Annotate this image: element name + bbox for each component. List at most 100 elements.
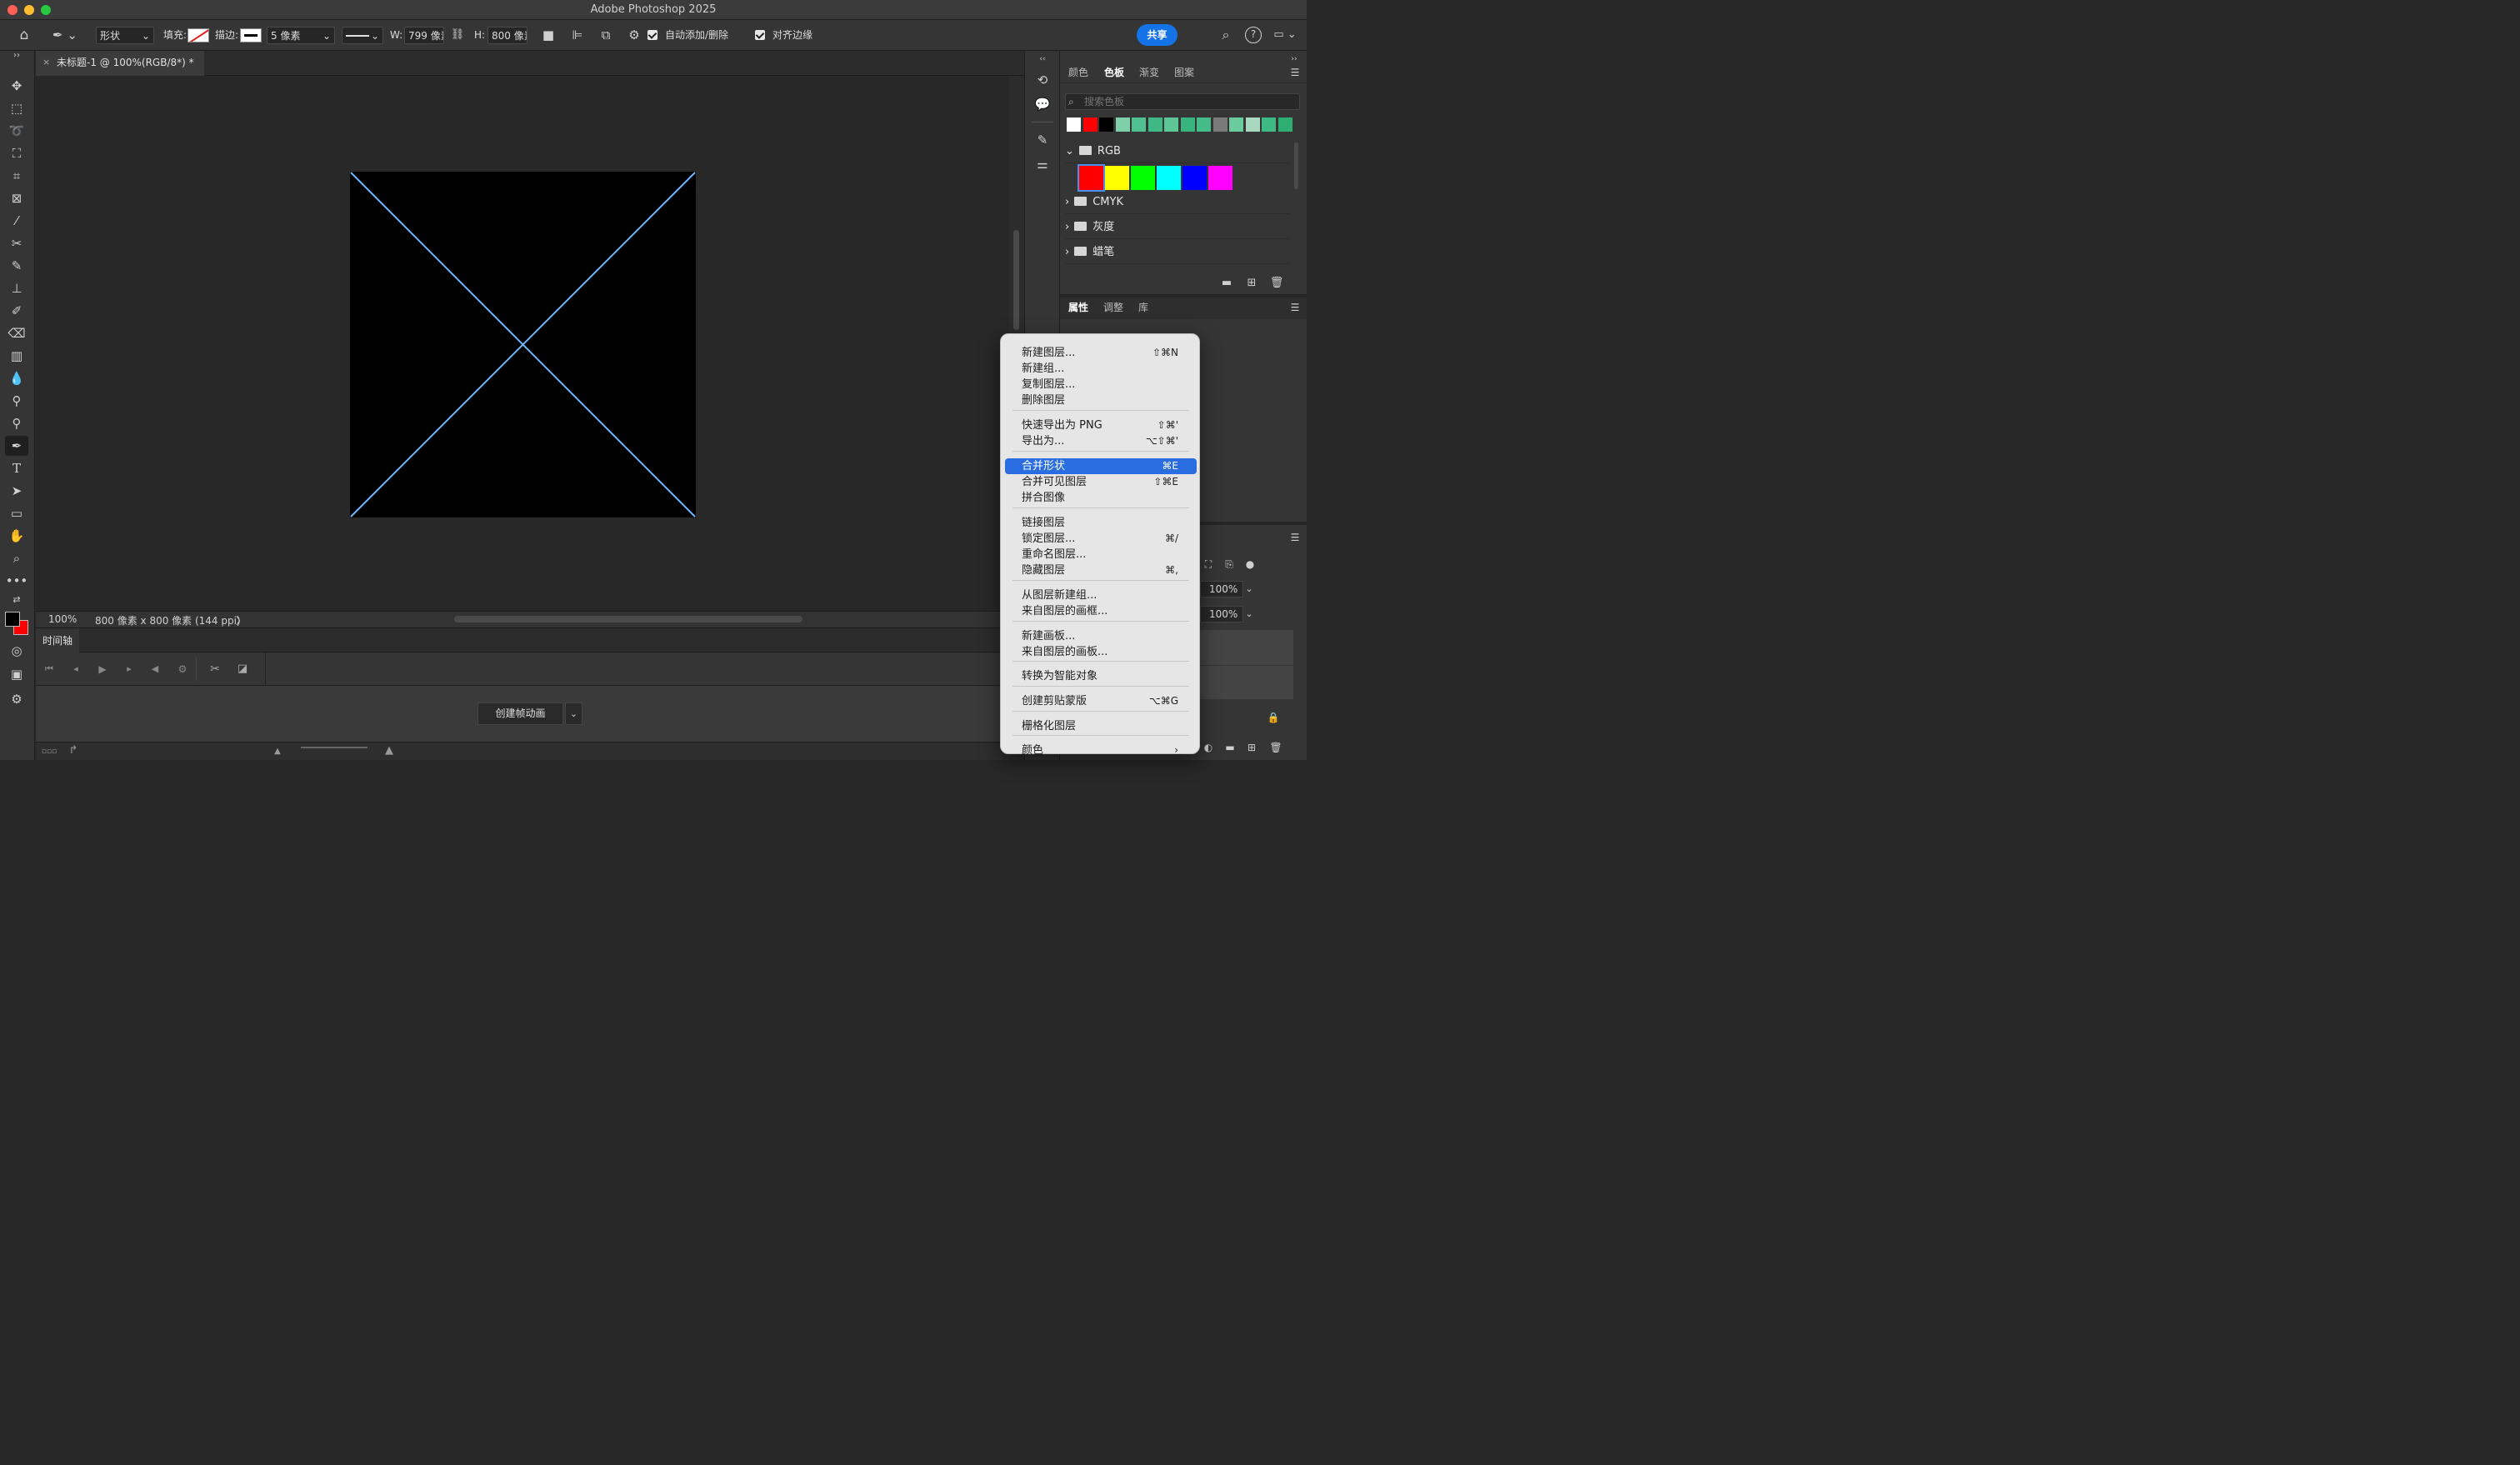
eyedropper-tool-icon[interactable]: ⁄ xyxy=(5,211,28,231)
history-brush-tool-icon[interactable]: ✐ xyxy=(5,301,28,321)
next-frame-icon[interactable]: ▸ xyxy=(122,661,136,678)
new-group-icon[interactable]: ▬ xyxy=(1223,739,1237,756)
lock-position-icon[interactable]: ⎘ xyxy=(1222,556,1236,572)
swatch-group-pastel[interactable]: › 蜡笔 xyxy=(1065,241,1290,264)
rgb-swatch[interactable] xyxy=(1182,166,1207,190)
stroke-type-select[interactable]: ⌄ xyxy=(342,27,383,44)
menu-item[interactable]: 栅格化图层 xyxy=(1005,718,1197,734)
tab-libraries[interactable]: 库 xyxy=(1138,298,1148,318)
pen-tool-preset-icon[interactable]: ✒ ⌄ xyxy=(50,27,80,43)
scissors-icon[interactable]: ✂ xyxy=(208,661,222,678)
menu-item[interactable]: 创建剪贴蒙版 ⌥⌘G xyxy=(1005,693,1197,709)
tab-color[interactable]: 颜色 xyxy=(1068,62,1088,82)
new-group-icon[interactable]: ▬ xyxy=(1219,275,1234,292)
panel-menu-icon[interactable]: ☰ xyxy=(1288,64,1302,81)
rgb-swatch[interactable] xyxy=(1078,164,1105,192)
crop-tool-icon[interactable]: ⌗ xyxy=(5,166,28,186)
recent-swatch[interactable] xyxy=(1197,118,1211,132)
scroll-thumb[interactable] xyxy=(1294,142,1298,189)
recent-swatch[interactable] xyxy=(1180,118,1195,132)
comments-icon[interactable]: 💬 xyxy=(1033,96,1052,112)
canvas-area[interactable] xyxy=(36,76,1009,611)
play-icon[interactable]: ▶ xyxy=(96,661,109,678)
rgb-swatch[interactable] xyxy=(1208,166,1232,190)
tab-patterns[interactable]: 图案 xyxy=(1174,62,1194,82)
menu-item[interactable]: 新建组... xyxy=(1005,361,1197,377)
edit-toolbar-icon[interactable]: ⚙ xyxy=(5,689,28,709)
menu-item[interactable]: 来自图层的画框... xyxy=(1005,603,1197,619)
frame-tool-icon[interactable]: ⊠ xyxy=(5,188,28,208)
first-frame-icon[interactable]: ⏮ xyxy=(42,661,56,678)
swatch-search-input[interactable] xyxy=(1082,95,1295,108)
foreground-color-swatch[interactable] xyxy=(5,612,20,627)
clone-stamp-tool-icon[interactable]: ⊥ xyxy=(5,278,28,298)
previous-frame-icon[interactable]: ◂ xyxy=(69,661,82,678)
path-selection-tool-icon[interactable]: ➤ xyxy=(5,481,28,501)
menu-item[interactable]: 删除图层 xyxy=(1005,392,1197,408)
width-input[interactable]: 799 像素 xyxy=(404,27,444,44)
lock-artboard-icon[interactable]: ⛶ xyxy=(1202,556,1215,572)
swap-colors-icon[interactable]: ⇄ xyxy=(5,592,28,608)
menu-item[interactable]: 转换为智能对象 xyxy=(1005,668,1197,684)
trash-icon[interactable]: 🗑 xyxy=(1269,275,1284,292)
menu-item[interactable]: 合并可见图层 ⇧⌘E xyxy=(1005,474,1197,490)
tab-properties[interactable]: 属性 xyxy=(1068,298,1088,318)
history-icon[interactable]: ⟲ xyxy=(1033,72,1052,88)
fill-swatch[interactable] xyxy=(188,28,209,42)
menu-item[interactable]: 来自图层的画板... xyxy=(1005,644,1197,660)
collapse-panels-icon[interactable]: ‹‹ xyxy=(1035,51,1050,68)
brush-settings-icon[interactable]: ✎ xyxy=(1033,132,1052,148)
document-tab[interactable]: × 未标题-1 @ 100%(RGB/8*) * xyxy=(36,51,204,76)
swatch-group-rgb[interactable]: ⌄ RGB xyxy=(1065,140,1290,163)
document-canvas[interactable] xyxy=(350,172,696,518)
menu-item[interactable]: 快速导出为 PNG ⇧⌘' xyxy=(1005,418,1197,433)
search-icon[interactable]: ⌕ xyxy=(1218,27,1234,43)
tool-mode-select[interactable]: 形状 ⌄ xyxy=(96,27,154,44)
path-arrangement-icon[interactable]: ⧉ xyxy=(597,27,615,43)
adjust-icon[interactable]: ⚌ xyxy=(1033,156,1052,172)
recent-swatch[interactable] xyxy=(1115,118,1130,132)
zoom-tool-icon[interactable]: ⌕ xyxy=(5,548,28,568)
burn-tool-icon[interactable]: ⚲ xyxy=(5,413,28,433)
recent-swatch[interactable] xyxy=(1067,118,1081,132)
object-selection-tool-icon[interactable]: ⛶ xyxy=(5,143,28,163)
align-edges-checkbox[interactable] xyxy=(755,30,765,40)
adjustment-layer-icon[interactable]: ◐ xyxy=(1202,739,1215,756)
workspace-icon[interactable]: ▭ ⌄ xyxy=(1272,27,1298,43)
create-frame-animation-button[interactable]: 创建帧动画 xyxy=(478,702,563,725)
stroke-width-select[interactable]: 5 像素 ⌄ xyxy=(267,27,335,44)
recent-swatch[interactable] xyxy=(1212,118,1228,132)
share-button[interactable]: 共享 xyxy=(1137,24,1178,46)
recent-swatch[interactable] xyxy=(1262,118,1276,132)
opacity-input[interactable]: 100% xyxy=(1200,581,1243,598)
chevron-down-icon[interactable]: ⌄ xyxy=(1243,581,1255,598)
height-input[interactable]: 800 像素 xyxy=(488,27,528,44)
type-tool-icon[interactable]: T xyxy=(5,458,28,478)
dodge-tool-icon[interactable]: ⚲ xyxy=(5,391,28,411)
quick-mask-icon[interactable]: ◎ xyxy=(5,641,28,661)
gear-icon[interactable]: ⚙ xyxy=(626,27,642,43)
zoom-in-icon[interactable]: ▲ xyxy=(381,742,398,759)
menu-item[interactable]: 导出为... ⌥⇧⌘' xyxy=(1005,433,1197,449)
recent-swatch[interactable] xyxy=(1099,118,1113,132)
menu-item[interactable]: 合并形状 ⌘E xyxy=(1005,458,1197,474)
zoom-out-icon[interactable]: ▲ xyxy=(271,743,284,760)
auto-add-delete-checkbox[interactable] xyxy=(648,30,658,40)
menu-item[interactable]: 隐藏图层 ⌘, xyxy=(1005,562,1197,578)
rgb-swatch[interactable] xyxy=(1105,166,1129,190)
toggle-icon[interactable]: ● xyxy=(1243,556,1257,572)
blur-tool-icon[interactable]: 💧 xyxy=(5,368,28,388)
menu-item[interactable]: 复制图层... xyxy=(1005,377,1197,392)
lock-icon[interactable]: 🔒 xyxy=(1267,709,1280,726)
swatch-group-grayscale[interactable]: › 灰度 xyxy=(1065,216,1290,239)
gradient-tool-icon[interactable]: ▥ xyxy=(5,346,28,366)
move-tool-icon[interactable]: ✥ xyxy=(5,76,28,96)
chevron-down-icon[interactable]: ⌄ xyxy=(565,702,582,725)
menu-item[interactable]: 新建画板... xyxy=(1005,628,1197,644)
more-tools-icon[interactable]: ••• xyxy=(5,571,28,591)
convert-icon[interactable]: ↱ xyxy=(66,742,81,759)
help-icon[interactable]: ? xyxy=(1245,27,1262,43)
rectangle-tool-icon[interactable]: ▭ xyxy=(5,503,28,523)
hand-tool-icon[interactable]: ✋ xyxy=(5,526,28,546)
info-arrow-icon[interactable]: 〉 xyxy=(236,613,246,628)
